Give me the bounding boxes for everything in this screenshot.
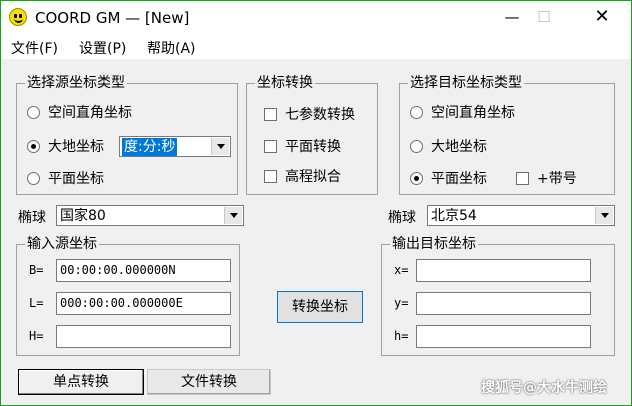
menu-file[interactable]: 文件(F) xyxy=(11,38,58,58)
app-window: COORD GM — [New] — ☐ ✕ 文件(F) 设置(P) 帮助(A)… xyxy=(0,0,632,406)
watermark-text: 搜狐号@大水牛测绘 xyxy=(481,380,607,396)
h-output[interactable] xyxy=(416,325,591,348)
chevron-down-icon[interactable] xyxy=(595,207,613,224)
menu-bar: 文件(F) 设置(P) 帮助(A) xyxy=(1,35,631,59)
seven-param-checkbox[interactable]: 七参数转换 xyxy=(264,104,355,124)
source-ellipsoid-select[interactable]: 国家80 xyxy=(56,205,244,226)
input-coords-group: 输入源坐标 B= 00:00:00.000000N L= 000:00:00.0… xyxy=(16,235,240,356)
angle-format-select[interactable]: 度:分:秒 xyxy=(119,136,231,157)
conversion-group: 坐标转换 七参数转换 平面转换 高程拟合 xyxy=(246,74,378,195)
radio-selected-icon[interactable] xyxy=(27,139,40,153)
height-input[interactable] xyxy=(56,325,231,348)
radio-icon[interactable] xyxy=(410,139,423,153)
output-coords-group: 输出目标坐标 x= y= h= xyxy=(381,235,615,356)
source-option-cartesian[interactable]: 空间直角坐标 xyxy=(27,102,132,122)
tab-file-conversion[interactable]: 文件转换 xyxy=(147,369,271,395)
checkbox-icon[interactable] xyxy=(264,107,277,121)
convert-button[interactable]: 转换坐标 xyxy=(277,291,363,323)
x-label: x= xyxy=(394,263,409,277)
y-output[interactable] xyxy=(416,292,591,315)
source-ellipsoid-label: 椭球 xyxy=(18,210,46,226)
b-label: B= xyxy=(29,263,44,277)
radio-icon[interactable] xyxy=(27,171,40,185)
plane-conversion-checkbox[interactable]: 平面转换 xyxy=(264,136,341,156)
conversion-title: 坐标转换 xyxy=(255,74,315,92)
radio-selected-icon[interactable] xyxy=(410,171,423,185)
checkbox-icon[interactable] xyxy=(516,171,529,185)
chevron-down-icon[interactable] xyxy=(224,207,242,224)
height-fit-checkbox[interactable]: 高程拟合 xyxy=(264,166,341,186)
target-option-geodetic[interactable]: 大地坐标 xyxy=(410,136,487,156)
target-type-title: 选择目标坐标类型 xyxy=(408,74,524,92)
menu-settings[interactable]: 设置(P) xyxy=(79,38,126,58)
x-output[interactable] xyxy=(416,259,591,282)
chevron-down-icon[interactable] xyxy=(211,138,229,155)
target-type-group: 选择目标坐标类型 空间直角坐标 大地坐标 平面坐标 +带号 xyxy=(399,74,615,195)
checkbox-icon[interactable] xyxy=(264,139,277,153)
radio-icon[interactable] xyxy=(410,105,423,119)
checkbox-icon[interactable] xyxy=(264,169,277,183)
target-ellipsoid-label: 椭球 xyxy=(388,210,416,226)
target-ellipsoid-select[interactable]: 北京54 xyxy=(427,205,615,226)
smiley-app-icon xyxy=(9,8,27,26)
title-bar: COORD GM — [New] — ☐ ✕ xyxy=(1,1,631,35)
tab-single-point[interactable]: 单点转换 xyxy=(18,369,144,395)
radio-icon[interactable] xyxy=(27,105,40,119)
output-coords-title: 输出目标坐标 xyxy=(390,235,478,253)
source-option-plane[interactable]: 平面坐标 xyxy=(27,168,104,188)
band-number-checkbox[interactable]: +带号 xyxy=(516,168,577,188)
y-label: y= xyxy=(394,296,409,310)
h-label: H= xyxy=(29,329,44,343)
source-option-geodetic[interactable]: 大地坐标 xyxy=(27,136,104,156)
l-label: L= xyxy=(29,296,44,310)
close-button[interactable]: ✕ xyxy=(579,1,625,33)
menu-help[interactable]: 帮助(A) xyxy=(147,38,196,58)
source-type-title: 选择源坐标类型 xyxy=(25,74,127,92)
target-option-plane[interactable]: 平面坐标 xyxy=(410,168,487,188)
h-output-label: h= xyxy=(394,329,409,343)
maximize-button[interactable]: ☐ xyxy=(521,1,567,33)
window-title: COORD GM — [New] xyxy=(35,9,190,27)
target-option-cartesian[interactable]: 空间直角坐标 xyxy=(410,102,515,122)
source-type-group: 选择源坐标类型 空间直角坐标 大地坐标 度:分:秒 平面坐标 xyxy=(16,74,238,195)
input-coords-title: 输入源坐标 xyxy=(25,235,99,253)
longitude-input[interactable]: 000:00:00.000000E xyxy=(56,292,231,315)
latitude-input[interactable]: 00:00:00.000000N xyxy=(56,259,231,282)
